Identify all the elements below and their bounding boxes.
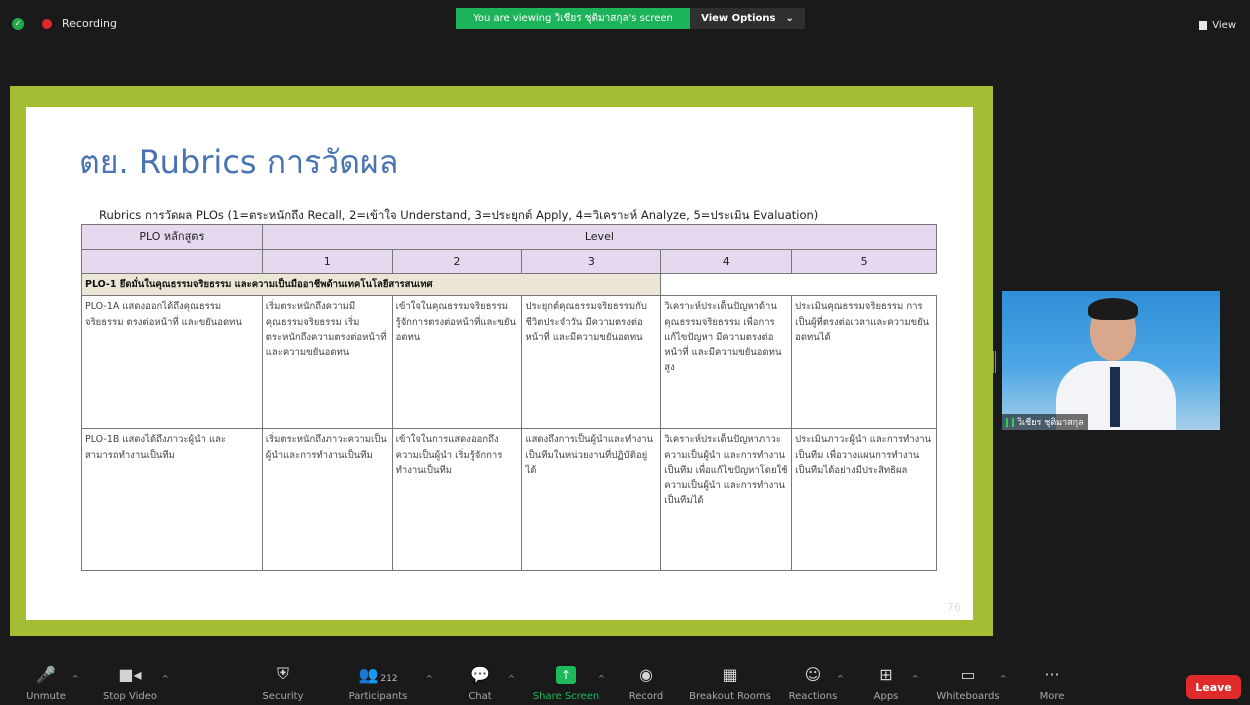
record-icon: ◉ [639,665,653,684]
reactions-smiley-icon: ☺ [804,665,822,684]
view-options-button[interactable]: View Options ⌄ [690,8,805,29]
person-tie [1110,367,1120,427]
share-screen-button[interactable]: ↑ Share Screen [526,660,606,702]
empty-cell [660,273,792,296]
security-shield-icon: ⛨ [276,664,289,683]
recording-icon [42,18,52,29]
view-label: View [1212,20,1236,31]
level-number: 1 [261,248,393,275]
chat-label: Chat [468,691,492,702]
empty-cell [791,273,937,296]
level-cell: ประยุกต์คุณธรรมจริยธรรมกับชีวิตประจำวัน … [521,295,662,430]
zoom-meeting-window: ✓ Recording You are viewing วิเชียร ชุติ… [0,0,1250,705]
apps-label: Apps [873,691,899,702]
participants-count: 212 [380,674,398,684]
participants-button[interactable]: 👥 212 Participants [338,660,418,702]
apps-caret-icon[interactable]: ^ [912,674,919,683]
share-screen-icon: ↑ [556,660,576,684]
level-number: 3 [521,248,662,275]
level-cell: วิเคราะห์ประเด็นปัญหาด้านคุณธรรมจริยธรรม… [660,295,793,430]
plo-cell: PLO-1B แสดงได้ถึงภาวะผู้นำ และสามารถทำงา… [81,428,263,572]
level-cell: วิเคราะห์ประเด็นปัญหาภาวะความเป็นผู้นำ แ… [660,428,793,572]
level-number-row: 1 2 3 4 5 [81,248,937,275]
slide-page-number: 76 [947,601,961,614]
level-number: 5 [791,248,937,275]
reactions-caret-icon[interactable]: ^ [837,674,844,683]
panel-resize-handle[interactable] [993,351,996,373]
level-cell: เริ่มตระหนักถึงความมีคุณธรรมจริยธรรม เริ… [261,295,393,430]
level-cell: เข้าใจในคุณธรรมจริยธรรม รู้จักการตรงต่อห… [391,295,523,430]
breakout-rooms-button[interactable]: ▦ Breakout Rooms [689,660,771,702]
reactions-label: Reactions [788,691,838,702]
presentation-slide: ตย. Rubrics การวัดผล Rubrics การวัดผล PL… [26,107,973,620]
video-options-caret-icon[interactable]: ^ [162,674,169,683]
meeting-status: ✓ Recording [12,17,117,30]
leave-button[interactable]: Leave [1186,675,1241,699]
apps-icon: ⊞ [879,665,893,684]
slide-caption: Rubrics การวัดผล PLOs (1=ตระหนักถึง Reca… [99,208,819,222]
viewing-banner: You are viewing วิเชียร ชุติมาสกุล's scr… [456,8,690,29]
plo-group-label: PLO-1 ยึดมั่นในคุณธรรมจริยธรรม และความเป… [80,273,662,297]
person-hair [1088,298,1138,320]
video-camera-icon: ■◂ [118,665,142,684]
view-options-label: View Options [701,13,776,24]
more-dots-icon: ··· [1044,665,1060,684]
table-header-row: PLO หลักสูตร Level [81,224,938,250]
level-number: 2 [391,248,523,275]
security-label: Security [262,691,304,702]
empty-header-cell [81,248,263,275]
slide-title: ตย. Rubrics การวัดผล [79,143,399,181]
connection-signal-icon [1006,417,1014,427]
whiteboard-icon: ▭ [960,665,976,684]
share-caret-icon[interactable]: ^ [598,674,605,683]
share-screen-label: Share Screen [532,691,600,702]
plo-cell: PLO-1A แสดงออกได้ถึงคุณธรรมจริยธรรม ตรงต… [81,295,263,430]
level-cell: แสดงถึงการเป็นผู้นำและทำงานเป็นทีมในหน่ว… [521,428,662,572]
breakout-rooms-icon: ▦ [722,665,738,684]
chevron-down-icon: ⌄ [785,13,794,24]
participants-caret-icon[interactable]: ^ [426,674,433,683]
level-cell: ประเมินคุณธรรมจริยธรรม การเป็นผู้ที่ตรงต… [791,295,937,430]
meeting-toolbar: 🎤 Unmute ^ ■◂ Stop Video ^ ⛨ Security 👥 2… [0,660,1250,705]
participants-label: Participants [348,691,408,702]
unmute-label: Unmute [26,691,66,702]
more-button[interactable]: ··· More [1012,660,1092,702]
participant-video-tile[interactable]: วิเชียร ชุติมาสกุล [1002,291,1220,430]
whiteboards-caret-icon[interactable]: ^ [1000,674,1007,683]
plo-group-row: PLO-1 ยึดมั่นในคุณธรรมจริยธรรม และความเป… [80,273,937,297]
security-button[interactable]: ⛨ Security [243,660,323,702]
recording-label: Recording [62,17,118,30]
stop-video-label: Stop Video [103,691,157,702]
microphone-muted-icon: 🎤 [36,665,56,684]
level-cell: ประเมินภาวะผู้นำ และการทำงานเป็นทีม เพื่… [791,428,937,572]
stop-video-button[interactable]: ■◂ Stop Video [90,660,170,702]
chat-bubble-icon: 💬 [470,665,490,684]
whiteboards-label: Whiteboards [936,691,1000,702]
table-row: PLO-1B แสดงได้ถึงภาวะผู้นำ และสามารถทำงา… [81,428,937,572]
participants-icon: 👥 212 [358,665,398,684]
more-label: More [1039,691,1065,702]
table-row: PLO-1A แสดงออกได้ถึงคุณธรรมจริยธรรม ตรงต… [81,295,937,430]
view-layout-icon [1199,21,1208,30]
view-button[interactable]: View [1199,20,1236,31]
rubric-table: PLO หลักสูตร Level 1 2 3 4 5 PLO-1 ยึดมั… [80,224,938,572]
whiteboards-button[interactable]: ▭ Whiteboards [928,660,1008,702]
encryption-shield-icon[interactable]: ✓ [12,17,24,30]
record-label: Record [628,691,664,702]
level-cell: เริ่มตระหนักถึงภาวะความเป็นผู้นำและการทำ… [261,428,393,572]
chat-caret-icon[interactable]: ^ [508,674,515,683]
level-header: Level [261,224,938,250]
breakout-rooms-label: Breakout Rooms [689,691,771,702]
shared-screen: ตย. Rubrics การวัดผล Rubrics การวัดผล PL… [10,86,993,636]
level-cell: เข้าใจในการแสดงออกถึงความเป็นผู้นำ เริ่ม… [391,428,523,572]
plo-header: PLO หลักสูตร [81,224,263,250]
participant-name-tag: วิเชียร ชุติมาสกุล [1002,414,1088,430]
level-number: 4 [660,248,793,275]
audio-options-caret-icon[interactable]: ^ [72,674,79,683]
participant-name: วิเชียร ชุติมาสกุล [1017,418,1084,428]
record-button[interactable]: ◉ Record [606,660,686,702]
